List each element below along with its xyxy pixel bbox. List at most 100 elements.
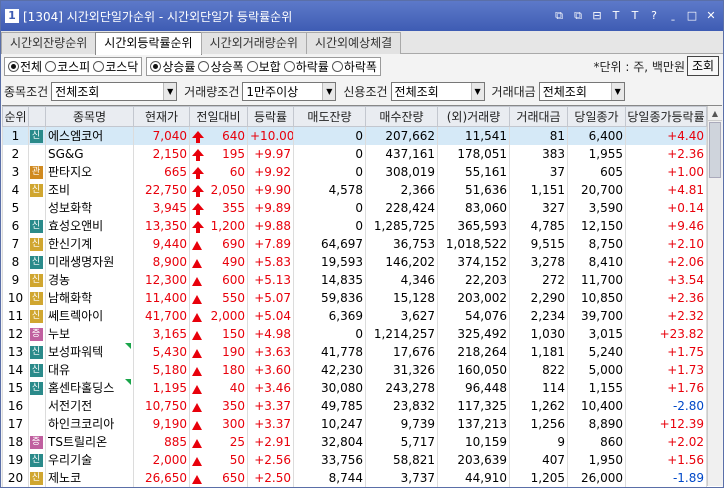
sell-remain-cell: 19,593 [293,252,366,271]
table-row[interactable]: 8 신 미래생명자원 8,900 490 +5.83 19,593 146,202 374,15… [2,252,707,271]
table-row[interactable]: 4 신 조비 22,750 2,050 +9.90 4,578 2,366 51,636 1,15… [2,180,707,199]
stock-name: 미래생명자원 [48,255,115,269]
filter-select-2[interactable]: 1만주이상 ▼ [242,81,337,101]
upper-limit-arrow-icon [192,184,204,197]
tab-2[interactable]: 시간외등락률순위 [95,32,202,55]
filter-select-4[interactable]: 전체조회 ▼ [538,81,625,101]
vertical-scrollbar[interactable]: ▲ [707,106,722,486]
stock-name-cell[interactable]: 미래생명자원 [45,252,134,271]
note-marker-icon [125,343,131,349]
dropdown-arrow-icon[interactable]: ▼ [322,82,336,100]
sell-remain-cell: 0 [293,162,366,181]
sort-radio-5[interactable]: 하락폭 [331,58,377,75]
table-row[interactable]: 14 신 대유 5,180 180 +3.60 42,230 31,326 160,050 822… [2,360,707,379]
market-radio-2[interactable]: 코스피 [45,58,90,75]
stock-name-cell[interactable]: 보성파워텍 [45,342,134,361]
minimize-icon[interactable]: ˍ [665,8,681,24]
table-row[interactable]: 19 신 우리기술 2,000 50 +2.56 33,756 58,821 203,639 40… [2,450,707,469]
column-header-5[interactable]: 전일대비 [189,106,248,127]
stock-name-cell[interactable]: 한신기계 [45,234,134,253]
tab-3[interactable]: 시간외거래량순위 [200,32,307,54]
column-header-1[interactable]: 순위 [2,106,29,127]
close-price-cell: 1,950 [567,450,626,469]
amount-cell: 1,151 [509,180,568,199]
stock-name-cell[interactable]: 서전기전 [45,396,134,415]
stock-badge: 관 [29,165,43,179]
close-icon[interactable]: ✕ [703,8,719,24]
table-row[interactable]: 13 신 보성파워텍 5,430 190 +3.63 41,778 17,676 218,264… [2,342,707,361]
stock-name-cell[interactable]: 하인크코리아 [45,414,134,433]
table-row[interactable]: 3 관 판타지오 665 60 +9.92 0 308,019 55,161 37 605 +1.00 [2,162,707,181]
table-row[interactable]: 16 서전기전 10,750 350 +3.37 49,785 23,832 117,325 1… [2,396,707,415]
buy-remain-cell: 146,202 [365,252,438,271]
pin-icon[interactable]: T [608,8,624,24]
table-row[interactable]: 10 신 남해화학 11,400 550 +5.07 59,836 15,128 203,002… [2,288,707,307]
font-icon[interactable]: T [627,8,643,24]
close-rate-cell: +2.32 [625,306,707,325]
stock-name-cell[interactable]: 판타지오 [45,162,134,181]
maximize-icon[interactable]: □ [684,8,700,24]
table-row[interactable]: 2 SG&G 2,150 195 +9.97 0 437,161 178,051 383 1,95… [2,144,707,163]
link-window-icon[interactable]: ⧉ [570,8,586,24]
change-value: 50 [229,452,245,467]
market-radio-3[interactable]: 코스닥 [93,58,138,75]
help-icon[interactable]: ? [646,8,662,24]
stock-name-cell[interactable]: TS트릴리온 [45,432,134,451]
column-header-10[interactable]: 거래대금 [509,106,568,127]
rank-cell: 17 [2,414,29,433]
search-button[interactable]: 조회 [687,56,719,76]
list-icon[interactable]: ⊟ [589,8,605,24]
sort-radio-4[interactable]: 하락률 [283,58,329,75]
table-row[interactable]: 17 하인크코리아 9,190 300 +3.37 10,247 9,739 137,213 1… [2,414,707,433]
tab-1[interactable]: 시간외잔량순위 [1,32,97,54]
stock-name-cell[interactable]: 홈센타홀딩스 [45,378,134,397]
sort-radio-1[interactable]: 상승률 [150,58,195,75]
stock-name-cell[interactable]: SG&G [45,144,134,163]
sort-radio-3[interactable]: 보합 [246,58,281,75]
stock-name-cell[interactable]: 에스엠코어 [45,126,134,145]
table-row[interactable]: 6 신 효성오앤비 13,350 1,200 +9.88 0 1,285,725 365,593… [2,216,707,235]
stock-name-cell[interactable]: 조비 [45,180,134,199]
tab-4[interactable]: 시간외예상체결 [305,32,402,54]
dropdown-arrow-icon[interactable]: ▼ [163,82,177,100]
stock-name-cell[interactable]: 우리기술 [45,450,134,469]
table-row[interactable]: 1 신 에스엠코어 7,040 640 +10.00 0 207,662 11,541 81 6,4… [2,126,707,145]
change-value: 640 [222,128,245,143]
filter-select-1[interactable]: 전체조회 ▼ [51,81,178,101]
stock-name-cell[interactable]: 대유 [45,360,134,379]
stock-name-cell[interactable]: 효성오앤비 [45,216,134,235]
table-row[interactable]: 11 신 쎄트렉아이 41,700 2,000 +5.04 6,369 3,627 54,076… [2,306,707,325]
column-header-7[interactable]: 매도잔량 [293,106,366,127]
column-header-12[interactable]: 당일종가등락률 [625,106,707,127]
table-row[interactable]: 20 신 제노코 26,650 650 +2.50 8,744 3,737 44,910 1,20… [2,468,707,487]
stock-name-cell[interactable]: 성보화학 [45,198,134,217]
column-header-6[interactable]: 등락률 [247,106,294,127]
scroll-thumb[interactable] [709,122,721,178]
table-row[interactable]: 9 신 경농 12,300 600 +5.13 14,835 4,346 22,203 272 11… [2,270,707,289]
column-header-9[interactable]: (외)거래량 [437,106,510,127]
filter-label-1: 종목조건 [4,84,49,99]
filter-value: 1만주이상 [246,84,299,99]
stock-name-cell[interactable]: 누보 [45,324,134,343]
copy-window-icon[interactable]: ⧉ [551,8,567,24]
stock-name-cell[interactable]: 경농 [45,270,134,289]
column-header-3[interactable]: 종목명 [45,106,134,127]
table-row[interactable]: 18 증 TS트릴리온 885 25 +2.91 32,804 5,717 10,159 9 860… [2,432,707,451]
sort-radio-2[interactable]: 상승폭 [198,58,244,75]
stock-name-cell[interactable]: 쎄트렉아이 [45,306,134,325]
column-header-8[interactable]: 매수잔량 [365,106,438,127]
column-header-4[interactable]: 현재가 [133,106,190,127]
column-header-11[interactable]: 당일종가 [567,106,626,127]
table-row[interactable]: 7 신 한신기계 9,440 690 +7.89 64,697 36,753 1,018,522… [2,234,707,253]
dropdown-arrow-icon[interactable]: ▼ [470,82,484,100]
table-row[interactable]: 5 성보화학 3,945 355 +9.89 0 228,424 83,060 327 3,590… [2,198,707,217]
stock-name-cell[interactable]: 남해화학 [45,288,134,307]
table-row[interactable]: 12 증 누보 3,165 150 +4.98 0 1,214,257 325,492 1,030… [2,324,707,343]
table-row[interactable]: 15 신 홈센타홀딩스 1,195 40 +3.46 30,080 243,278 96,448… [2,378,707,397]
filter-select-3[interactable]: 전체조회 ▼ [390,81,485,101]
market-radio-1[interactable]: 전체 [8,58,42,75]
scroll-up-arrow[interactable]: ▲ [708,106,722,121]
column-header-2[interactable] [28,106,46,127]
stock-name-cell[interactable]: 제노코 [45,468,134,487]
dropdown-arrow-icon[interactable]: ▼ [610,82,624,100]
